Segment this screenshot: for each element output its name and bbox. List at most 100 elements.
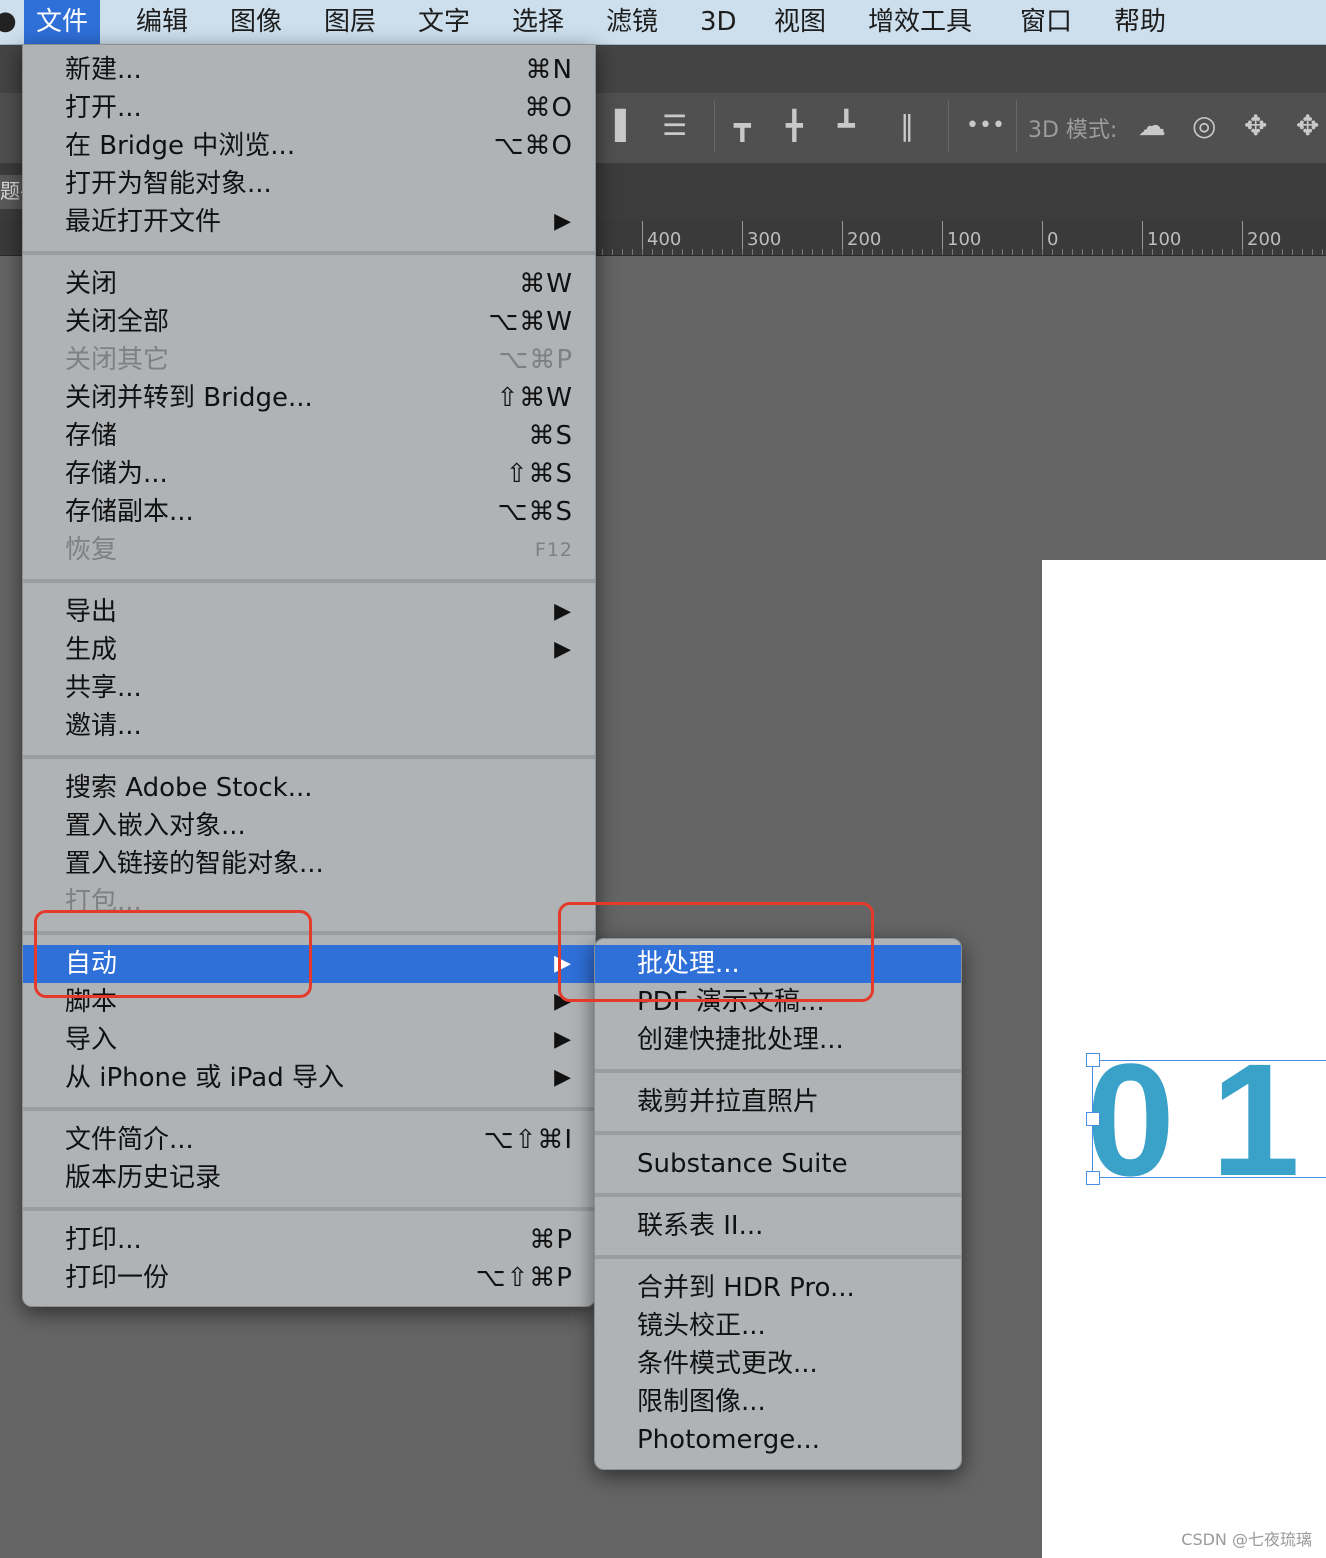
menu-plugins[interactable]: 增效工具: [856, 0, 984, 44]
more-options-icon[interactable]: •••: [966, 104, 1005, 148]
menu-item-label: 打印一份: [65, 1263, 170, 1293]
ruler-minor-tick: [692, 249, 693, 255]
automate-menu-item[interactable]: 合并到 HDR Pro...: [595, 1269, 961, 1307]
align-right-icon[interactable]: ▐: [604, 104, 626, 148]
menu-3d[interactable]: 3D: [688, 0, 749, 44]
distribute-vertical-icon[interactable]: ‖: [900, 104, 914, 148]
file-menu-item[interactable]: 存储为... ⇧⌘S: [23, 455, 595, 493]
ruler-minor-tick: [1042, 249, 1043, 255]
transform-handle[interactable]: [1086, 1112, 1100, 1126]
ruler-minor-tick: [782, 249, 783, 255]
menu-view[interactable]: 视图: [762, 0, 838, 44]
menu-item-shortcut: ⌥⌘S: [497, 497, 573, 527]
ruler-minor-tick: [1112, 249, 1113, 255]
menu-item-label: Photomerge...: [637, 1425, 821, 1455]
file-menu-item[interactable]: 打印... ⌘P: [23, 1221, 595, 1259]
menu-type[interactable]: 文字: [406, 0, 482, 44]
menu-item-label: 从 iPhone 或 iPad 导入: [65, 1063, 344, 1093]
automate-menu-item[interactable]: 联系表 II...: [595, 1207, 961, 1245]
automate-menu-item[interactable]: Substance Suite: [595, 1145, 961, 1183]
file-menu-item[interactable]: 新建... ⌘N: [23, 51, 595, 89]
submenu-arrow-icon: ▶: [554, 637, 571, 662]
ruler-minor-tick: [812, 249, 813, 255]
file-menu-item[interactable]: 邀请...: [23, 707, 595, 745]
file-menu-item[interactable]: 打开... ⌘O: [23, 89, 595, 127]
file-menu-item[interactable]: 共享...: [23, 669, 595, 707]
menu-item-shortcut: ⌥⌘P: [498, 345, 573, 375]
menu-separator: [23, 1107, 595, 1111]
3d-roll-icon[interactable]: ◎: [1192, 104, 1216, 148]
ruler-minor-tick: [992, 249, 993, 255]
ruler-minor-tick: [1262, 249, 1263, 255]
file-menu-item[interactable]: 在 Bridge 中浏览... ⌥⌘O: [23, 127, 595, 165]
file-menu-item[interactable]: 关闭并转到 Bridge... ⇧⌘W: [23, 379, 595, 417]
menu-separator: [23, 579, 595, 583]
menu-item-label: 新建...: [65, 55, 142, 85]
ruler-minor-tick: [1012, 249, 1013, 255]
menu-item-label: 置入嵌入对象...: [65, 811, 246, 841]
3d-orbit-icon[interactable]: ☁: [1138, 104, 1166, 148]
submenu-arrow-icon: ▶: [554, 1065, 571, 1090]
file-menu-item[interactable]: 从 iPhone 或 iPad 导入 ▶: [23, 1059, 595, 1097]
file-menu-item[interactable]: 存储 ⌘S: [23, 417, 595, 455]
document-tab[interactable]: 题–: [0, 175, 22, 209]
align-vertical-center-icon[interactable]: ╋: [786, 104, 803, 148]
file-menu-item[interactable]: 置入嵌入对象...: [23, 807, 595, 845]
file-menu-item[interactable]: 生成 ▶: [23, 631, 595, 669]
menu-item-label: 版本历史记录: [65, 1163, 222, 1193]
menu-item-shortcut: ⌥⌘W: [488, 307, 573, 337]
menu-item-label: 邀请...: [65, 711, 142, 741]
menu-select[interactable]: 选择: [500, 0, 576, 44]
menu-filter[interactable]: 滤镜: [594, 0, 670, 44]
menu-help[interactable]: 帮助: [1102, 0, 1178, 44]
file-menu-item[interactable]: 关闭全部 ⌥⌘W: [23, 303, 595, 341]
ruler-minor-tick: [722, 249, 723, 255]
3d-pan-icon[interactable]: ✥: [1244, 104, 1267, 148]
file-menu-item[interactable]: 最近打开文件 ▶: [23, 203, 595, 241]
ruler-minor-tick: [882, 249, 883, 255]
menu-file[interactable]: 文件: [24, 0, 101, 44]
file-menu-item[interactable]: 关闭 ⌘W: [23, 265, 595, 303]
file-menu-item[interactable]: 存储副本... ⌥⌘S: [23, 493, 595, 531]
automate-menu-item[interactable]: Photomerge...: [595, 1421, 961, 1459]
transform-handle[interactable]: [1086, 1053, 1100, 1067]
file-menu-item[interactable]: 搜索 Adobe Stock...: [23, 769, 595, 807]
file-menu-item[interactable]: 打开为智能对象...: [23, 165, 595, 203]
file-menu-item[interactable]: 导入 ▶: [23, 1021, 595, 1059]
menu-layer[interactable]: 图层: [312, 0, 388, 44]
file-menu-item[interactable]: 打印一份 ⌥⇧⌘P: [23, 1259, 595, 1297]
toolbar-divider: [714, 100, 715, 152]
automate-menu-item[interactable]: 裁剪并拉直照片: [595, 1083, 961, 1121]
3d-slide-icon[interactable]: ✥: [1296, 104, 1319, 148]
ruler-minor-tick: [1072, 249, 1073, 255]
distribute-horizontal-icon[interactable]: ☰: [662, 104, 687, 148]
transform-bounding-box[interactable]: [1092, 1060, 1326, 1178]
menu-separator: [595, 1069, 961, 1073]
align-top-icon[interactable]: ┳: [734, 104, 751, 148]
align-bottom-icon[interactable]: ┻: [838, 104, 855, 148]
automate-menu-item[interactable]: 镜头校正...: [595, 1307, 961, 1345]
transform-handle[interactable]: [1086, 1171, 1100, 1185]
menu-separator: [595, 1193, 961, 1197]
file-menu-item[interactable]: 导出 ▶: [23, 593, 595, 631]
ruler-minor-tick: [1102, 249, 1103, 255]
menu-item-shortcut: ⇧⌘W: [496, 383, 573, 413]
watermark: CSDN @七夜琉璃: [1181, 1530, 1312, 1549]
automate-menu-item[interactable]: 创建快捷批处理...: [595, 1021, 961, 1059]
file-menu-item[interactable]: 版本历史记录: [23, 1159, 595, 1197]
menu-item-shortcut: ⌘P: [529, 1225, 573, 1255]
menu-item-shortcut: F12: [534, 539, 573, 561]
automate-menu-item[interactable]: 条件模式更改...: [595, 1345, 961, 1383]
file-menu-item[interactable]: 文件简介... ⌥⇧⌘I: [23, 1121, 595, 1159]
menu-edit[interactable]: 编辑: [124, 0, 200, 44]
file-menu-item[interactable]: 置入链接的智能对象...: [23, 845, 595, 883]
automate-menu-item[interactable]: 限制图像...: [595, 1383, 961, 1421]
ruler-minor-tick: [862, 249, 863, 255]
menu-window[interactable]: 窗口: [1008, 0, 1084, 44]
ruler-minor-tick: [1322, 249, 1323, 255]
ruler-minor-tick: [892, 249, 893, 255]
menu-separator: [23, 755, 595, 759]
menu-image[interactable]: 图像: [218, 0, 294, 44]
ruler-minor-tick: [1272, 249, 1273, 255]
apple-menu-icon[interactable]: ●: [0, 6, 17, 36]
